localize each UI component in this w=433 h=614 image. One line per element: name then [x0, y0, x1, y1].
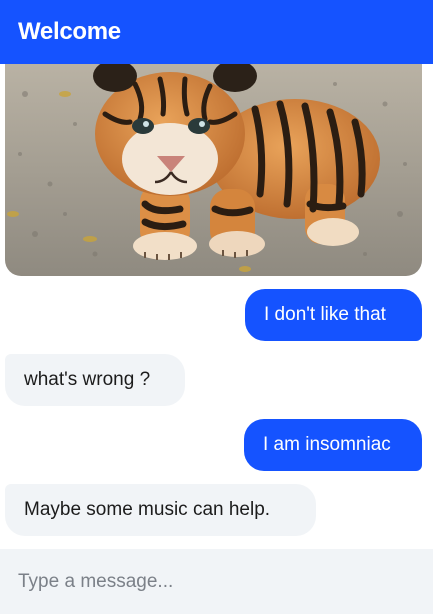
message-bot-2: Maybe some music can help.: [5, 484, 316, 536]
header-title: Welcome: [18, 18, 121, 45]
message-bot-1: what's wrong ?: [5, 354, 185, 406]
message-text: what's wrong ?: [24, 369, 151, 390]
message-user-1: I don't like that: [245, 289, 422, 341]
message-text: Maybe some music can help.: [24, 499, 271, 520]
chat-header: Welcome: [0, 0, 433, 64]
message-input[interactable]: [18, 570, 418, 593]
message-text: I am insomniac: [263, 434, 391, 455]
message-composer: [0, 549, 433, 614]
tiger-cub-image: [5, 64, 422, 276]
message-text: I don't like that: [264, 304, 386, 325]
tiger-cub-illustration: [5, 64, 422, 276]
message-user-2: I am insomniac: [244, 419, 422, 471]
